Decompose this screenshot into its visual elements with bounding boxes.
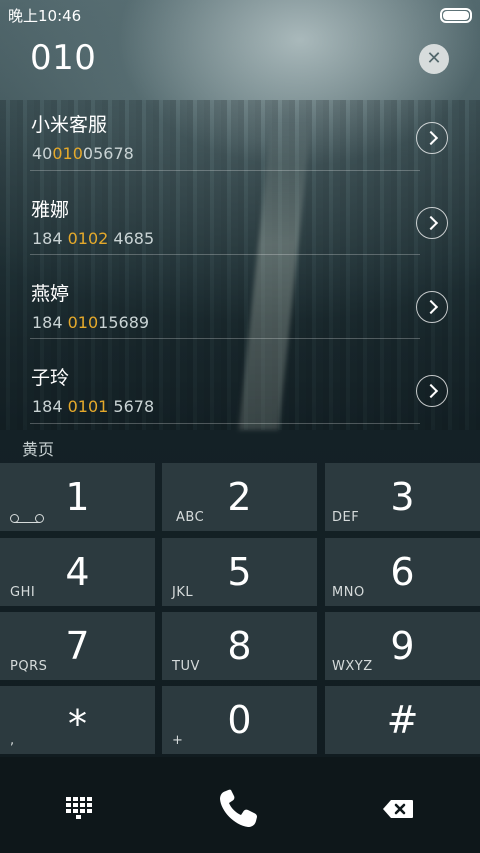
chevron-right-icon[interactable] [416, 291, 448, 323]
contact-number: 4001005678 [32, 144, 134, 163]
bottom-action-bar [0, 757, 480, 853]
divider [30, 338, 420, 339]
contact-row[interactable]: 小米客服 4001005678 [0, 96, 480, 180]
chevron-right-icon[interactable] [416, 375, 448, 407]
key-letters: PQRS [10, 659, 48, 674]
key-4[interactable]: 4 GHI [0, 538, 155, 606]
key-letters: MNO [332, 585, 365, 600]
contact-name: 子玲 [31, 367, 70, 389]
key-hash[interactable]: # [325, 686, 480, 754]
keypad: 1 2 ABC 3 DEF 4 GHI 5 JKL 6 MNO 7 PQRS 8… [0, 463, 480, 757]
key-8[interactable]: 8 TUV [162, 612, 317, 680]
number-prefix: 184 [32, 229, 68, 248]
key-letters: ABC [176, 510, 205, 525]
key-7[interactable]: 7 PQRS [0, 612, 155, 680]
key-9[interactable]: 9 WXYZ [325, 612, 480, 680]
chevron-right-icon[interactable] [416, 122, 448, 154]
yellow-pages-label[interactable]: 黄页 [22, 436, 54, 460]
contact-name: 燕婷 [31, 283, 70, 305]
number-prefix: 184 [32, 397, 68, 416]
contact-row[interactable]: 燕婷 184 01015689 [0, 265, 480, 349]
number-suffix: 15689 [98, 313, 150, 332]
dial-input[interactable]: 010 [30, 38, 96, 78]
divider [30, 170, 420, 171]
dialpad-icon[interactable] [66, 797, 92, 819]
key-2[interactable]: 2 ABC [162, 463, 317, 531]
key-star[interactable]: * , [0, 686, 155, 754]
contact-number: 184 0102 4685 [32, 229, 154, 248]
chevron-right-icon[interactable] [416, 207, 448, 239]
clear-icon[interactable]: ✕ [419, 44, 449, 74]
phone-icon[interactable] [212, 785, 268, 833]
contact-number: 184 01015689 [32, 313, 149, 332]
key-letters: DEF [332, 510, 360, 525]
number-prefix: 184 [32, 313, 68, 332]
backspace-icon[interactable] [382, 799, 414, 819]
key-digit: * [68, 702, 87, 746]
number-match: 010 [67, 313, 99, 332]
contact-name: 雅娜 [31, 199, 70, 221]
voicemail-icon [10, 514, 44, 523]
key-letters: JKL [172, 585, 194, 600]
contact-name: 小米客服 [31, 114, 108, 136]
status-bar: 晚上10:46 [0, 0, 480, 28]
divider [30, 423, 420, 424]
contact-row[interactable]: 子玲 184 0101 5678 [0, 349, 480, 433]
number-match: 0102 [67, 229, 109, 248]
key-0[interactable]: 0 + [162, 686, 317, 754]
key-letters: + [172, 733, 184, 748]
number-suffix: 5678 [108, 397, 155, 416]
key-3[interactable]: 3 DEF [325, 463, 480, 531]
contact-row[interactable]: 雅娜 184 0102 4685 [0, 181, 480, 265]
number-match: 0101 [67, 397, 109, 416]
divider [30, 254, 420, 255]
number-suffix: 05678 [82, 144, 134, 163]
key-digit: 0 [227, 698, 252, 742]
key-6[interactable]: 6 MNO [325, 538, 480, 606]
key-5[interactable]: 5 JKL [162, 538, 317, 606]
key-letters: , [10, 733, 15, 748]
number-match: 010 [52, 144, 83, 163]
key-digit: 1 [65, 475, 90, 519]
key-letters: GHI [10, 585, 36, 600]
contact-number: 184 0101 5678 [32, 397, 154, 416]
key-digit: # [386, 698, 419, 742]
number-suffix: 4685 [108, 229, 155, 248]
battery-fill [443, 11, 469, 20]
status-time: 晚上10:46 [8, 7, 82, 25]
key-letters: WXYZ [332, 659, 373, 674]
battery-icon [440, 8, 472, 23]
key-letters: TUV [172, 659, 200, 674]
key-1[interactable]: 1 [0, 463, 155, 531]
number-prefix: 40 [32, 144, 53, 163]
